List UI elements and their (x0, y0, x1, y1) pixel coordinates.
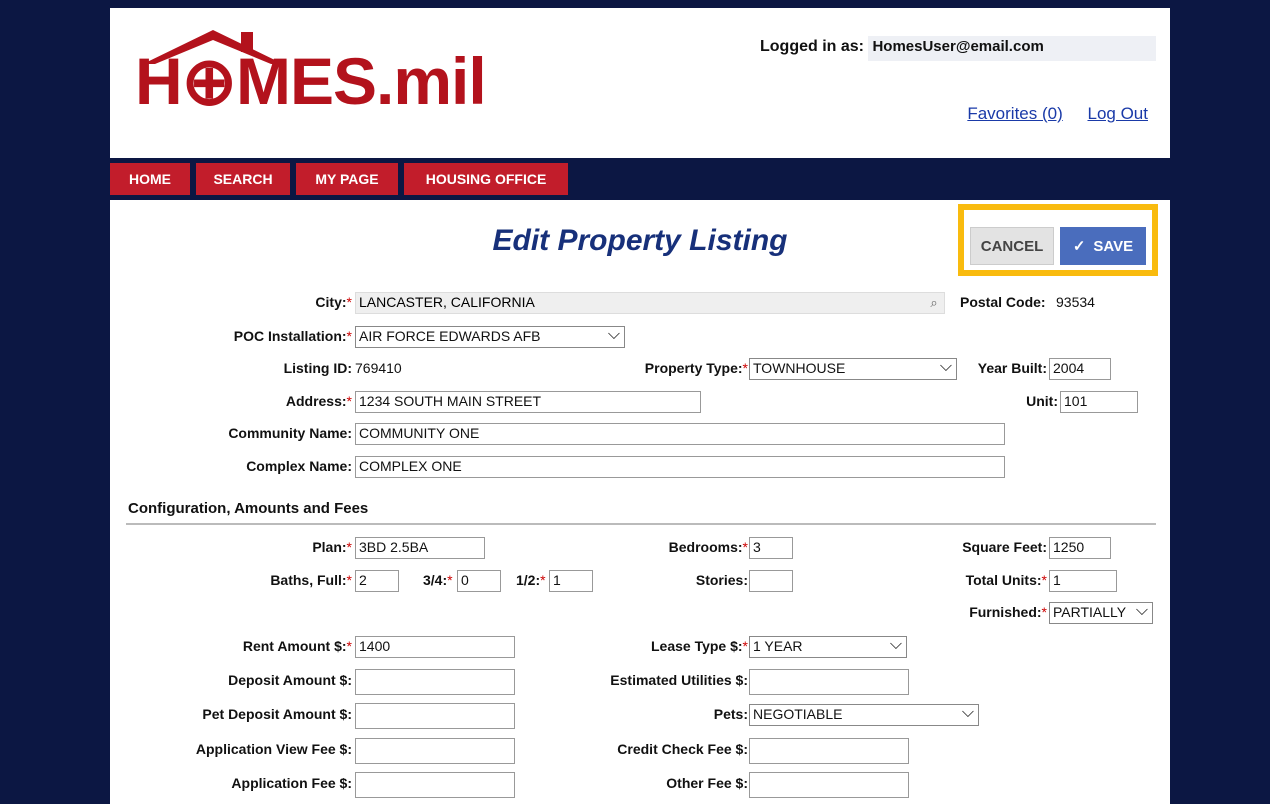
city-field[interactable]: LANCASTER, CALIFORNIA (355, 292, 945, 314)
baths-full-label: Baths, Full:* (270, 572, 352, 588)
total-units-label: Total Units:* (965, 572, 1047, 588)
application-fee-label: Application Fee $: (231, 775, 352, 791)
poc-installation-value: AIR FORCE EDWARDS AFB (359, 328, 541, 344)
lease-type-value: 1 YEAR (753, 638, 803, 654)
three-quarter-baths-label: 3/4:* (423, 572, 453, 588)
bedrooms-label: Bedrooms:* (668, 539, 748, 555)
other-fee-input[interactable] (749, 772, 909, 798)
address-input[interactable]: 1234 SOUTH MAIN STREET (355, 391, 701, 413)
property-type-value: TOWNHOUSE (753, 360, 846, 376)
pet-deposit-input[interactable] (355, 703, 515, 729)
half-baths-input[interactable]: 1 (549, 570, 593, 592)
lease-type-label: Lease Type $:* (650, 638, 748, 654)
community-name-label: Community Name: (228, 425, 352, 441)
complex-name-input[interactable]: COMPLEX ONE (355, 456, 1005, 478)
credit-check-fee-input[interactable] (749, 738, 909, 764)
pet-deposit-label: Pet Deposit Amount $: (202, 706, 352, 722)
nav-my-page[interactable]: MY PAGE (296, 163, 398, 195)
unit-label: Unit: (1026, 393, 1058, 409)
listing-id-value: 769410 (355, 360, 402, 376)
chevron-down-icon: ⌵ (607, 326, 620, 343)
address-label: Address:* (285, 393, 352, 409)
rent-amount-input[interactable]: 1400 (355, 636, 515, 658)
save-button[interactable]: ✓ SAVE (1060, 227, 1146, 265)
property-type-select[interactable]: TOWNHOUSE ⌵ (749, 358, 957, 380)
furnished-label: Furnished:* (969, 604, 1047, 620)
community-name-input[interactable]: COMMUNITY ONE (355, 423, 1005, 445)
other-fee-label: Other Fee $: (666, 775, 748, 791)
favorites-link[interactable]: Favorites (0) (967, 104, 1062, 123)
listing-id-label: Listing ID: (283, 360, 352, 376)
postal-code-label: Postal Code: (960, 294, 1046, 310)
deposit-amount-input[interactable] (355, 669, 515, 695)
year-built-label: Year Built: (977, 360, 1047, 376)
total-units-input[interactable]: 1 (1049, 570, 1117, 592)
save-button-label: SAVE (1093, 237, 1134, 255)
rent-amount-label: Rent Amount $:* (242, 638, 352, 654)
chevron-down-icon: ⌵ (939, 358, 952, 375)
unit-input[interactable]: 101 (1060, 391, 1138, 413)
pets-value: NEGOTIABLE (753, 706, 843, 722)
main-nav: HOME SEARCH MY PAGE HOUSING OFFICE (110, 158, 1170, 200)
deposit-amount-label: Deposit Amount $: (228, 672, 352, 688)
lease-type-select[interactable]: 1 YEAR ⌵ (749, 636, 907, 658)
pets-label: Pets: (713, 706, 748, 722)
check-icon: ✓ (1072, 238, 1086, 255)
site-header: H⊕MES.mil Logged in as: HomesUser@email.… (110, 8, 1170, 158)
postal-code-value: 93534 (1056, 294, 1095, 310)
application-fee-input[interactable] (355, 772, 515, 798)
furnished-select[interactable]: PARTIALLY ⌵ (1049, 602, 1153, 624)
nav-search[interactable]: SEARCH (196, 163, 290, 195)
bedrooms-input[interactable]: 3 (749, 537, 793, 559)
user-email: HomesUser@email.com (868, 36, 1156, 61)
furnished-value: PARTIALLY (1053, 604, 1127, 620)
edit-form: Edit Property Listing CANCEL ✓ SAVE City… (110, 200, 1170, 804)
logged-in-label: Logged in as: (760, 38, 864, 55)
homes-logo[interactable]: H⊕MES.mil (135, 26, 515, 136)
baths-full-input[interactable]: 2 (355, 570, 399, 592)
nav-home[interactable]: HOME (110, 163, 190, 195)
chevron-down-icon: ⌵ (889, 636, 902, 653)
credit-check-fee-label: Credit Check Fee $: (617, 741, 748, 757)
chevron-down-icon: ⌵ (961, 704, 974, 721)
stories-input[interactable] (749, 570, 793, 592)
square-feet-input[interactable]: 1250 (1049, 537, 1111, 559)
section-divider (126, 523, 1156, 525)
plan-label: Plan:* (312, 539, 352, 555)
chevron-down-icon: ⌵ (1135, 602, 1148, 619)
half-baths-label: 1/2:* (516, 572, 546, 588)
logged-in-status: Logged in as: HomesUser@email.com (760, 36, 1156, 61)
header-links: Favorites (0) Log Out (947, 104, 1148, 124)
square-feet-label: Square Feet: (962, 539, 1047, 555)
estimated-utilities-input[interactable] (749, 669, 909, 695)
three-quarter-baths-input[interactable]: 0 (457, 570, 501, 592)
cancel-button-label: CANCEL (980, 237, 1044, 255)
nav-housing-office[interactable]: HOUSING OFFICE (404, 163, 568, 195)
year-built-input[interactable]: 2004 (1049, 358, 1111, 380)
application-view-fee-label: Application View Fee $: (195, 741, 352, 757)
estimated-utilities-label: Estimated Utilities $: (610, 672, 748, 688)
search-icon[interactable]: ⌕ (923, 292, 945, 314)
application-view-fee-input[interactable] (355, 738, 515, 764)
plan-input[interactable]: 3BD 2.5BA (355, 537, 485, 559)
stories-label: Stories: (695, 572, 748, 588)
cancel-button[interactable]: CANCEL (970, 227, 1054, 265)
complex-name-label: Complex Name: (246, 458, 352, 474)
logo-wordmark: H⊕MES.mil (135, 44, 487, 118)
poc-installation-select[interactable]: AIR FORCE EDWARDS AFB ⌵ (355, 326, 625, 348)
page-container: H⊕MES.mil Logged in as: HomesUser@email.… (110, 8, 1170, 804)
pets-select[interactable]: NEGOTIABLE ⌵ (749, 704, 979, 726)
logout-link[interactable]: Log Out (1088, 104, 1149, 123)
section-title: Configuration, Amounts and Fees (128, 500, 369, 517)
city-label: City:* (315, 294, 352, 310)
property-type-label: Property Type:* (644, 360, 748, 376)
poc-installation-label: POC Installation:* (233, 328, 352, 344)
